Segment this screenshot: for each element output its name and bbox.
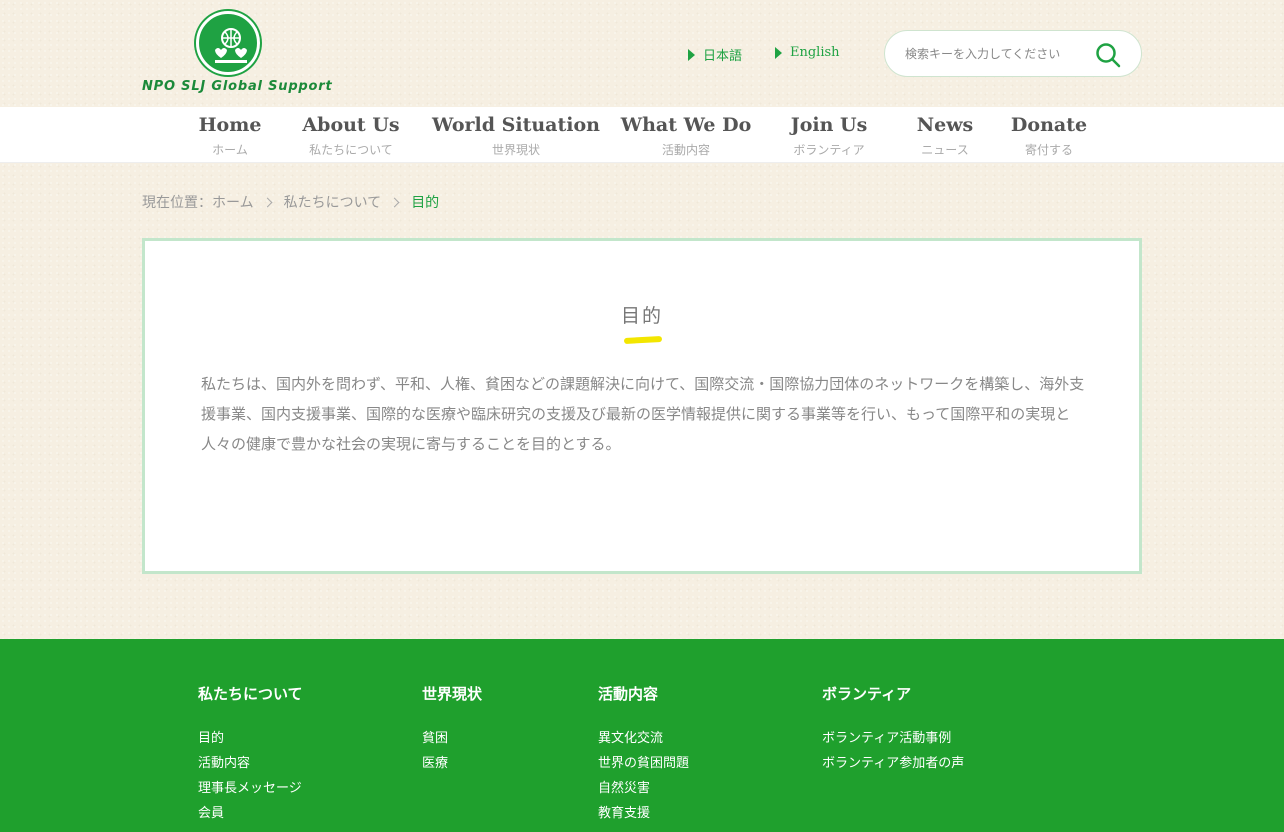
footer-column-volunteer: ボランティア ボランティア活動事例 ボランティア参加者の声 [822, 683, 964, 776]
site-header: NPO SLJ Global Support 日本語 English [0, 0, 1284, 107]
content-card: 目的 私たちは、国内外を問わず、平和、人権、貧困などの課題解決に向けて、国際交流… [142, 238, 1142, 574]
lang-link-english[interactable]: English [775, 45, 840, 60]
lang-label-ja: 日本語 [703, 49, 743, 64]
footer-heading[interactable]: ボランティア [822, 683, 964, 704]
nav-label-ja: 活動内容 [661, 143, 710, 157]
logo-text: NPO SLJ Global Support [142, 79, 333, 94]
search-box [884, 30, 1142, 77]
footer-link[interactable]: 理事長メッセージ [198, 776, 303, 801]
nav-label-en: About Us [302, 114, 400, 136]
nav-item-about-us[interactable]: About Us 私たちについて [302, 113, 399, 159]
chevron-right-icon [389, 197, 400, 207]
footer-link[interactable]: 自然災害 [598, 776, 689, 801]
logo[interactable]: NPO SLJ Global Support [142, 10, 332, 98]
nav-label-ja: 寄付する [1024, 143, 1074, 157]
nav-label-en: World Situation [432, 114, 600, 136]
nav-label-ja: ボランティア [793, 143, 865, 157]
globe-hearts-logo-icon [196, 11, 260, 75]
page-title: 目的 [620, 305, 663, 327]
breadcrumb: 現在位置： ホーム 私たちについて 目的 [142, 192, 439, 212]
footer-link[interactable]: 医療 [422, 751, 482, 776]
triangle-right-icon [688, 48, 695, 61]
nav-item-news[interactable]: News ニュース [917, 113, 974, 159]
nav-label-ja: ホーム [212, 143, 248, 157]
breadcrumb-home[interactable]: ホーム [212, 192, 254, 212]
search-input[interactable] [905, 46, 1095, 61]
footer-link[interactable]: 会員 [198, 801, 303, 826]
nav-label-en: What We Do [620, 114, 752, 136]
footer-link[interactable]: 異文化交流 [598, 726, 689, 751]
title-underline [623, 336, 663, 344]
nav-item-join-us[interactable]: Join Us ボランティア [791, 113, 868, 159]
nav-label-en: Donate [1010, 114, 1088, 136]
footer-link[interactable]: 目的 [198, 726, 303, 751]
nav-label-ja: 世界現状 [491, 143, 541, 157]
chevron-right-icon [262, 197, 273, 207]
triangle-right-icon [775, 46, 782, 59]
main-nav: Home ホーム About Us 私たちについて World Situatio… [0, 107, 1284, 163]
footer-column-world: 世界現状 貧困 医療 [422, 683, 482, 776]
nav-label-en: Home [198, 114, 262, 136]
footer-column-activities: 活動内容 異文化交流 世界の貧困問題 自然災害 教育支援 [598, 683, 689, 826]
footer-heading[interactable]: 私たちについて [198, 683, 303, 704]
nav-label-en: News [916, 114, 974, 136]
nav-label-en: Join Us [790, 114, 868, 136]
breadcrumb-prefix: 現在位置： [142, 195, 212, 211]
footer-link[interactable]: ボランティア活動事例 [822, 726, 964, 751]
nav-item-world-situation[interactable]: World Situation 世界現状 [432, 113, 600, 159]
breadcrumb-parent[interactable]: 私たちについて [284, 192, 382, 212]
footer-column-about: 私たちについて 目的 活動内容 理事長メッセージ 会員 [198, 683, 303, 826]
footer-heading[interactable]: 世界現状 [422, 683, 482, 704]
footer-link[interactable]: 教育支援 [598, 801, 689, 826]
lang-label-en: English [790, 45, 840, 60]
footer-link[interactable]: ボランティア参加者の声 [822, 751, 964, 776]
nav-label-ja: ニュース [921, 143, 969, 157]
nav-item-home[interactable]: Home ホーム [199, 113, 262, 159]
footer-heading[interactable]: 活動内容 [598, 683, 689, 704]
nav-label-ja: 私たちについて [309, 143, 393, 157]
nav-item-what-we-do[interactable]: What We Do 活動内容 [621, 113, 752, 159]
nav-item-donate[interactable]: Donate 寄付する [1011, 113, 1087, 159]
page-body-text: 私たちは、国内外を問わず、平和、人権、貧困などの課題解決に向けて、国際交流・国際… [201, 375, 1085, 453]
breadcrumb-current: 目的 [411, 195, 440, 211]
footer-link[interactable]: 貧困 [422, 726, 482, 751]
lang-link-japanese[interactable]: 日本語 [688, 45, 742, 64]
footer-link[interactable]: 活動内容 [198, 751, 303, 776]
search-icon[interactable] [1095, 42, 1121, 68]
footer-link[interactable]: 世界の貧困問題 [598, 751, 689, 776]
site-footer: 私たちについて 目的 活動内容 理事長メッセージ 会員 世界現状 貧困 医療 活… [0, 639, 1284, 832]
